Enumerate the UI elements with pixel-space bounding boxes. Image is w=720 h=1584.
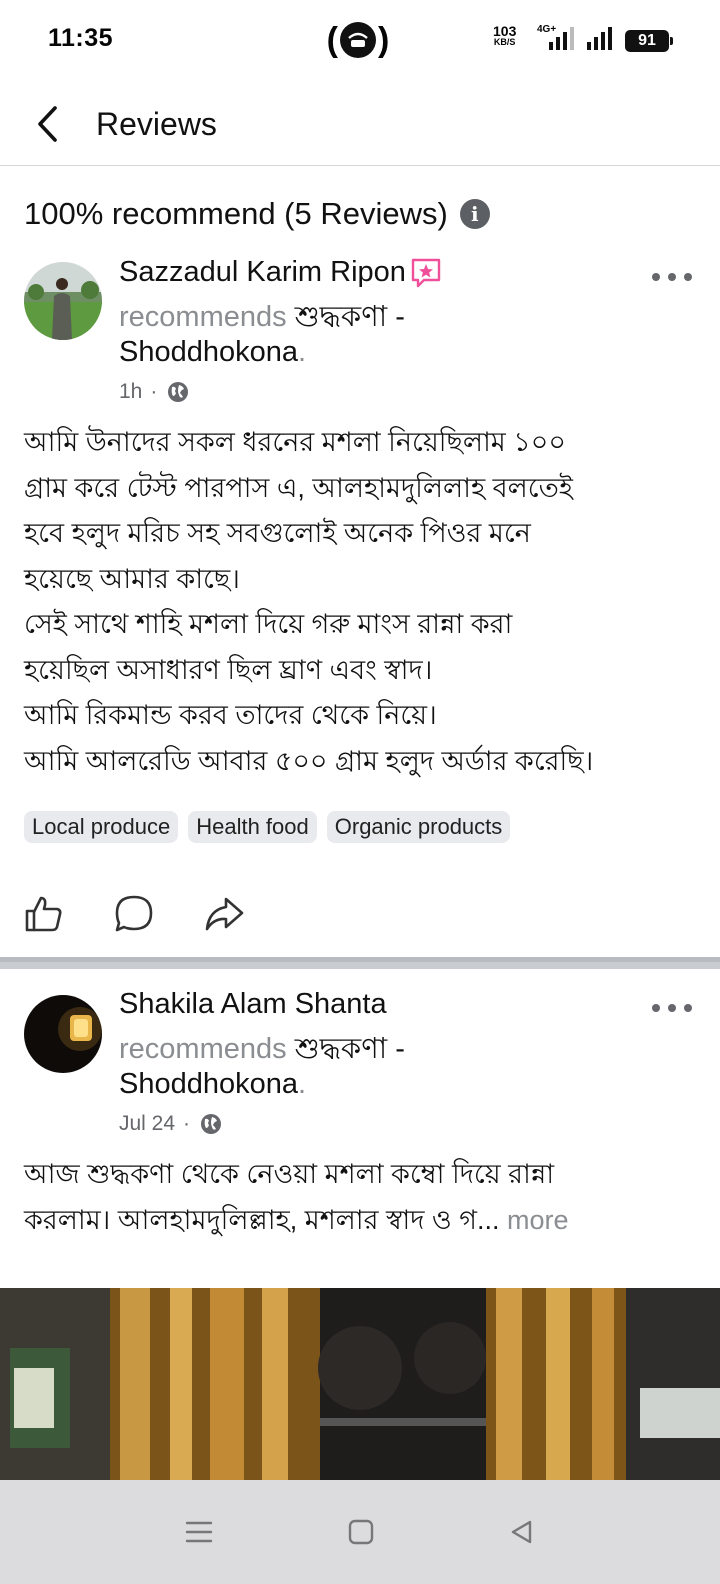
home-button[interactable] — [337, 1508, 385, 1556]
page-link[interactable]: শুদ্ধকণা - — [295, 301, 405, 333]
signal-icon-2 — [587, 26, 612, 50]
see-more-link[interactable]: more — [507, 1205, 569, 1235]
post-meta: 1h · — [119, 380, 189, 404]
thumbs-up-icon — [25, 896, 62, 932]
share-icon — [205, 897, 244, 931]
post-time[interactable]: Jul 24 — [119, 1112, 175, 1136]
page-title: Reviews — [96, 106, 217, 142]
avatar[interactable] — [24, 262, 102, 340]
tag-local-produce[interactable]: Local produce — [24, 811, 179, 843]
review-text: আমি উনাদের সকল ধরনের মশলা নিয়েছিলাম ১০০… — [24, 427, 594, 776]
review-photo[interactable] — [0, 1288, 720, 1484]
tag-organic-products[interactable]: Organic products — [326, 811, 511, 843]
like-button[interactable] — [24, 894, 64, 934]
hotspot-icon: ( ) — [326, 21, 390, 59]
review-text: আজ শুদ্ধকণা থেকে নেওয়া মশলা কম্বো দিয়ে… — [24, 1159, 569, 1235]
avatar[interactable] — [24, 995, 102, 1073]
more-options-icon[interactable] — [652, 262, 692, 292]
page-name-line[interactable]: Shoddhokona. — [119, 1068, 306, 1101]
info-icon[interactable]: i — [459, 199, 490, 229]
tag-list: Local produce Health food Organic produc… — [24, 811, 511, 843]
comment-button[interactable] — [114, 894, 154, 934]
network-speed: 103 KB/S — [493, 23, 517, 47]
summary-text: 100% recommend (5 Reviews) — [24, 196, 448, 231]
page-name-line[interactable]: Shoddhokona. — [119, 336, 306, 369]
square-icon — [348, 1519, 374, 1545]
more-options-icon[interactable] — [652, 993, 692, 1023]
page-link[interactable]: শুদ্ধকণা - — [295, 1033, 405, 1065]
post-meta: Jul 24 · — [119, 1112, 222, 1136]
reviewer-name[interactable]: Sazzadul Karim Ripon — [119, 256, 442, 289]
tag-health-food[interactable]: Health food — [188, 811, 317, 843]
reviewer-name[interactable]: Shakila Alam Shanta — [119, 988, 387, 1021]
battery-icon: 91 — [625, 30, 673, 52]
recommend-summary: 100% recommend (5 Reviews) i — [24, 196, 490, 232]
globe-icon — [168, 382, 189, 402]
post-time[interactable]: 1h — [119, 380, 142, 404]
action-bar — [24, 894, 244, 934]
triangle-back-icon — [511, 1520, 532, 1544]
menu-icon — [185, 1521, 213, 1543]
signal-icon — [549, 26, 574, 50]
back-button[interactable] — [26, 102, 70, 146]
section-divider — [0, 957, 720, 969]
globe-icon — [201, 1114, 222, 1134]
status-time: 11:35 — [48, 24, 114, 52]
recents-button[interactable] — [175, 1508, 223, 1556]
top-fan-badge-icon — [411, 258, 441, 287]
share-button[interactable] — [204, 894, 244, 934]
system-nav-bar — [0, 1480, 720, 1584]
back-nav-button[interactable] — [498, 1508, 546, 1556]
chevron-left-icon — [38, 106, 57, 142]
status-bar: 11:35 ( ) 103 KB/S 4G+ 91 — [0, 0, 720, 80]
app-header: Reviews — [0, 80, 720, 166]
comment-icon — [115, 895, 153, 932]
